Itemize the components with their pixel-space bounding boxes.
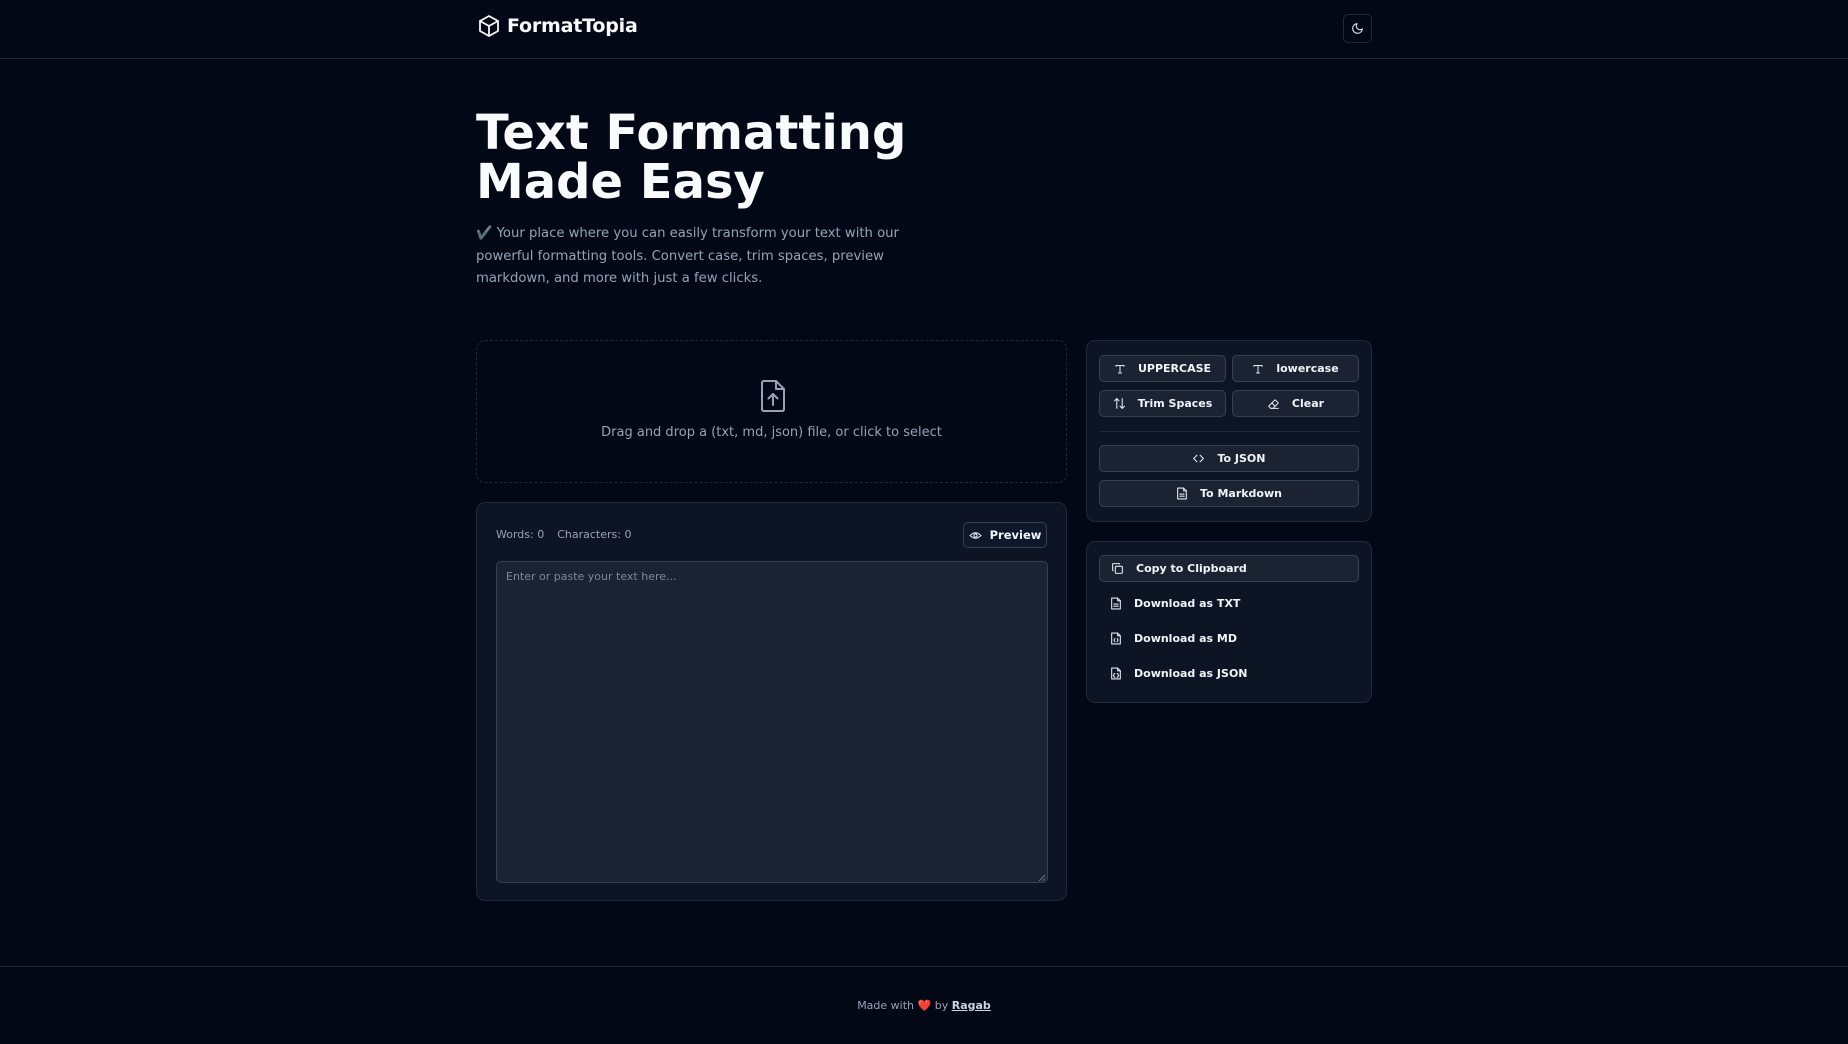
text-input[interactable] (496, 561, 1048, 883)
code-icon (1192, 452, 1205, 465)
type-icon (1252, 363, 1264, 375)
text-stats: Words: 0 Characters: 0 (496, 528, 631, 541)
to-markdown-button[interactable]: To Markdown (1099, 480, 1359, 507)
trim-spaces-label: Trim Spaces (1137, 397, 1213, 410)
download-json-label: Download as JSON (1134, 667, 1248, 680)
by-text: by (934, 999, 949, 1012)
dropzone-text: Drag and drop a (txt, md, json) file, or… (601, 425, 942, 440)
export-card: Copy to Clipboard Download as TXT Downlo… (1086, 541, 1372, 703)
preview-button[interactable]: Preview (963, 522, 1047, 548)
to-json-label: To JSON (1217, 452, 1266, 465)
clear-label: Clear (1291, 397, 1325, 410)
cube-icon (477, 14, 501, 38)
site-footer: Made with ❤️ by Ragab (0, 966, 1848, 1044)
page-title: Text Formatting Made Easy (476, 109, 1036, 207)
lowercase-label: lowercase (1276, 362, 1339, 375)
theme-toggle-button[interactable] (1343, 14, 1372, 43)
page-subtitle: ✔️ Your place where you can easily trans… (476, 226, 899, 287)
lowercase-button[interactable]: lowercase (1232, 355, 1359, 382)
preview-label: Preview (989, 528, 1042, 542)
file-text-icon (1176, 487, 1188, 500)
character-count: Characters: 0 (557, 528, 632, 541)
app-name: FormatTopia (507, 15, 638, 37)
formatting-tools-card: UPPERCASE lowercase Trim Spaces Clear To… (1086, 340, 1372, 522)
tools-divider (1099, 431, 1359, 432)
clear-button[interactable]: Clear (1232, 390, 1359, 417)
download-json-button[interactable]: Download as JSON (1099, 660, 1359, 687)
trim-spaces-button[interactable]: Trim Spaces (1099, 390, 1226, 417)
made-with-text: Made with (857, 999, 915, 1012)
file-json-icon (1110, 667, 1122, 680)
to-json-button[interactable]: To JSON (1099, 445, 1359, 472)
file-code-icon (1110, 632, 1122, 645)
editor-card: Words: 0 Characters: 0 Preview (476, 502, 1067, 901)
resize-handle-icon[interactable] (1038, 874, 1046, 882)
word-count: Words: 0 (496, 528, 545, 541)
title-line-1: Text Formatting (476, 105, 907, 161)
download-md-button[interactable]: Download as MD (1099, 625, 1359, 652)
file-dropzone[interactable]: Drag and drop a (txt, md, json) file, or… (476, 340, 1067, 483)
logo[interactable]: FormatTopia (477, 14, 638, 38)
author-link[interactable]: Ragab (952, 999, 991, 1012)
site-header: FormatTopia (0, 0, 1848, 59)
download-txt-button[interactable]: Download as TXT (1099, 590, 1359, 617)
eraser-icon (1267, 397, 1280, 410)
copy-label: Copy to Clipboard (1136, 562, 1247, 575)
uppercase-label: UPPERCASE (1137, 362, 1212, 375)
moon-icon (1351, 22, 1364, 35)
copy-to-clipboard-button[interactable]: Copy to Clipboard (1099, 555, 1359, 582)
download-txt-label: Download as TXT (1134, 597, 1241, 610)
title-line-2: Made Easy (476, 154, 765, 210)
heart-icon: ❤️ (917, 999, 932, 1012)
arrow-up-down-icon (1113, 397, 1126, 410)
uppercase-button[interactable]: UPPERCASE (1099, 355, 1226, 382)
to-markdown-label: To Markdown (1200, 487, 1282, 500)
copy-icon (1111, 562, 1124, 575)
footer-credit: Made with ❤️ by Ragab (0, 999, 1848, 1012)
download-md-label: Download as MD (1134, 632, 1238, 645)
file-text-icon (1110, 597, 1122, 610)
eye-icon (969, 529, 982, 542)
file-upload-icon (759, 380, 786, 412)
type-icon (1114, 363, 1126, 375)
